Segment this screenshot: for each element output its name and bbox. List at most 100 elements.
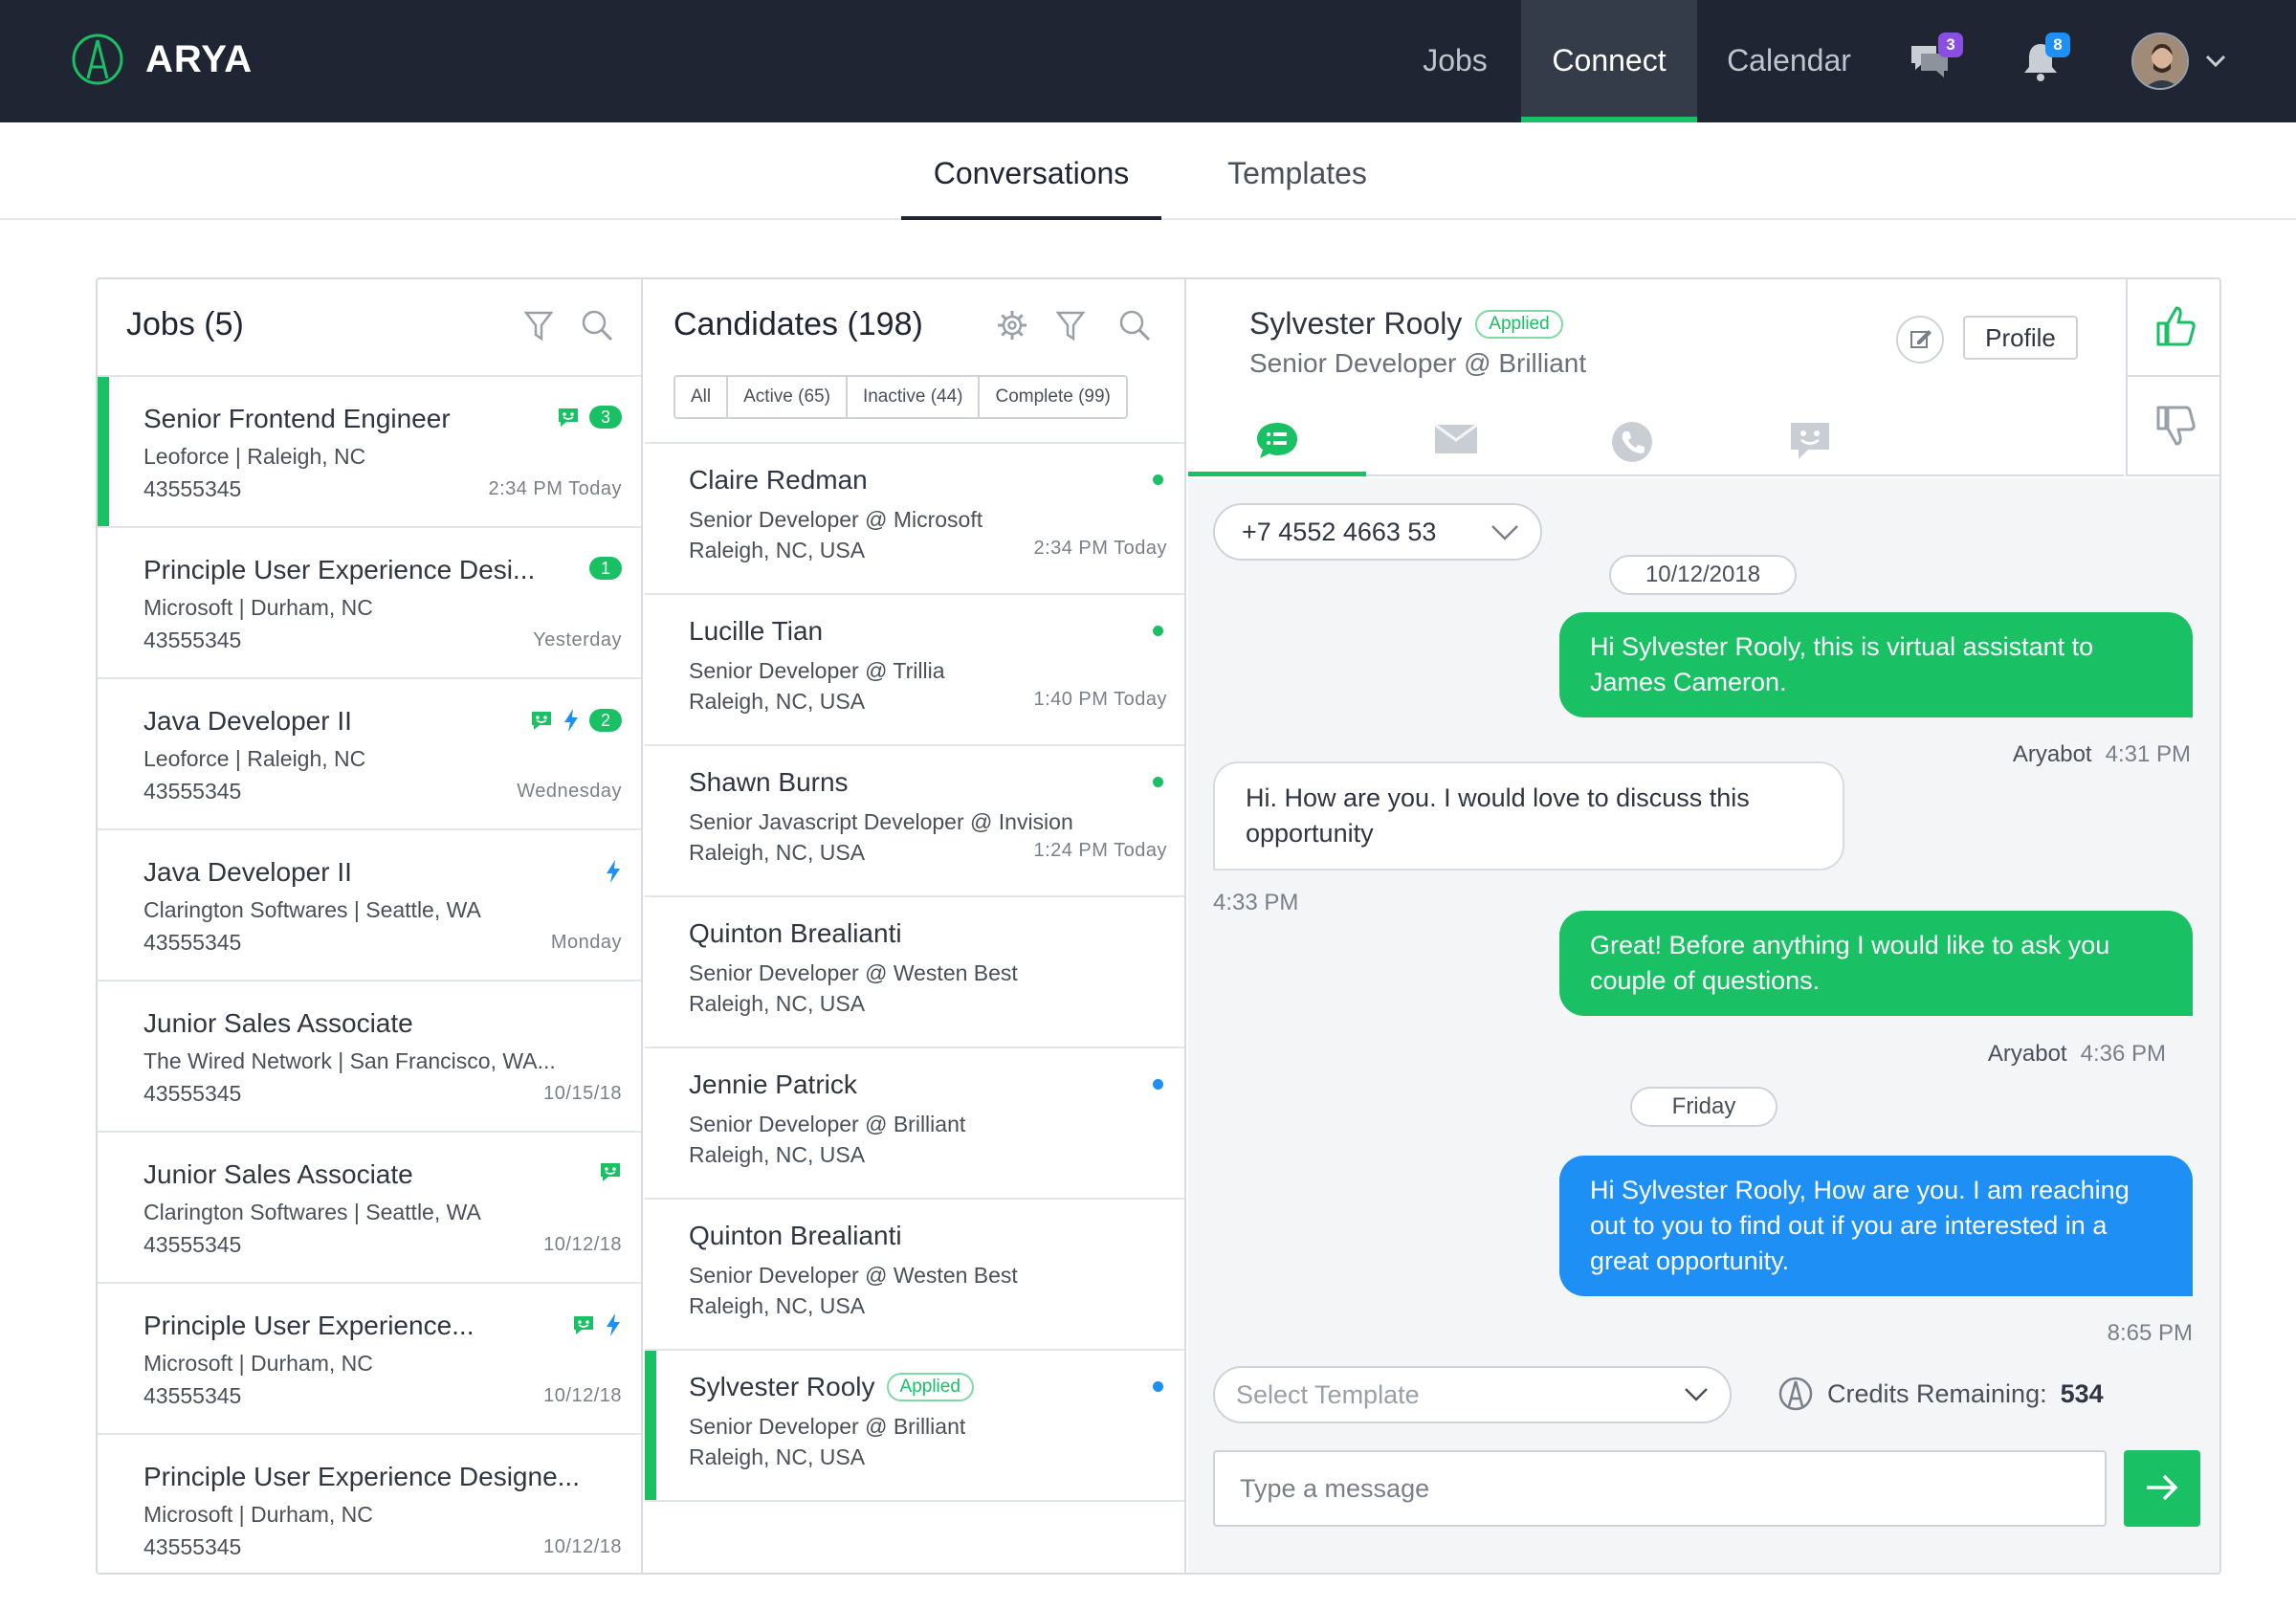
job-title: Principle User Experience Designe... xyxy=(144,1462,580,1491)
chatbot-icon xyxy=(1791,423,1829,459)
list-item[interactable]: Senior Frontend Engineer 3 Leoforce | Ra… xyxy=(98,377,641,528)
lightning-icon xyxy=(607,1313,620,1336)
candidate-role: Senior Developer @ Westen Best xyxy=(689,960,1018,985)
message-meta: Aryabot 4:36 PM xyxy=(1988,1041,2166,1068)
job-id: 43555345 xyxy=(144,1534,242,1559)
unread-count: 2 xyxy=(589,709,622,732)
tab-conversations[interactable]: Conversations xyxy=(901,122,1161,220)
candidate-name: Shawn Burns xyxy=(689,767,849,797)
tab-templates[interactable]: Templates xyxy=(1196,122,1399,220)
candidate-name-row: Jennie Patrick xyxy=(689,1069,857,1100)
tab-chat-channel[interactable] xyxy=(1188,413,1366,476)
filter-complete[interactable]: Complete (99) xyxy=(980,377,1125,417)
jobs-title: Jobs (5) xyxy=(126,306,244,342)
job-id: 43555345 xyxy=(144,1081,242,1106)
message-meta: Aryabot 4:31 PM xyxy=(2013,741,2191,768)
tab-email-channel[interactable] xyxy=(1366,413,1544,476)
template-select[interactable]: Select Template xyxy=(1213,1366,1732,1423)
list-item[interactable]: Sylvester Rooly Applied Senior Developer… xyxy=(645,1351,1184,1502)
nav-calendar[interactable]: Calendar xyxy=(1711,0,1867,122)
candidates-title: Candidates (198) xyxy=(673,306,923,342)
gear-icon[interactable] xyxy=(995,308,1029,342)
list-item[interactable]: Java Developer II 2 Leoforce | Raleigh, … xyxy=(98,679,641,830)
candidate-name-row: Lucille Tian xyxy=(689,616,823,647)
list-item[interactable]: Java Developer II Clarington Softwares |… xyxy=(98,830,641,981)
send-button[interactable] xyxy=(2124,1450,2200,1527)
tab-phone-channel[interactable] xyxy=(1544,413,1722,476)
messages-badge: 3 xyxy=(1938,33,1963,57)
filter-all[interactable]: All xyxy=(675,377,729,417)
candidate-name-row: Quinton Brealianti xyxy=(689,918,902,949)
notifications-button[interactable]: 8 xyxy=(2020,33,2070,87)
candidate-role: Senior Javascript Developer @ Invision xyxy=(689,809,1073,834)
list-item[interactable]: Quinton Brealianti Senior Developer @ We… xyxy=(645,897,1184,1048)
chevron-down-icon[interactable] xyxy=(2204,54,2227,69)
outgoing-message: Great! Before anything I would like to a… xyxy=(1559,911,2193,1016)
message-thread: +7 4552 4663 53 10/12/2018 Hi Sylvester … xyxy=(1188,478,2219,1573)
list-item[interactable]: Lucille Tian Senior Developer @ Trillia … xyxy=(645,595,1184,746)
edit-icon xyxy=(1910,330,1932,348)
candidate-name: Claire Redman xyxy=(689,465,868,495)
list-item[interactable]: Jennie Patrick Senior Developer @ Brilli… xyxy=(645,1048,1184,1200)
thumbs-down-button[interactable] xyxy=(2126,377,2219,476)
job-time: 2:34 PM Today xyxy=(488,478,622,499)
incoming-message: Hi. How are you. I would love to discuss… xyxy=(1213,761,1844,871)
list-item[interactable]: Junior Sales Associate Clarington Softwa… xyxy=(98,1133,641,1284)
list-item[interactable]: Quinton Brealianti Senior Developer @ We… xyxy=(645,1200,1184,1351)
messages-button[interactable]: 3 xyxy=(1908,33,1963,87)
filter-inactive[interactable]: Inactive (44) xyxy=(848,377,981,417)
chat-name-row: Sylvester Rooly Applied xyxy=(1249,306,1563,342)
candidate-name: Sylvester Rooly xyxy=(1249,306,1463,341)
chatbot-icon xyxy=(532,712,551,730)
candidate-name-row: Shawn Burns xyxy=(689,767,849,798)
job-title: Java Developer II xyxy=(144,857,352,887)
candidate-role: Senior Developer @ Westen Best xyxy=(689,1263,1018,1288)
edit-button[interactable] xyxy=(1896,316,1944,364)
date-divider: 10/12/2018 xyxy=(1609,555,1797,595)
unread-count: 1 xyxy=(589,557,622,580)
list-item[interactable]: Principle User Experience... Microsoft |… xyxy=(98,1284,641,1435)
thumbs-down-icon xyxy=(2156,406,2196,446)
profile-button[interactable]: Profile xyxy=(1963,316,2078,360)
list-item[interactable]: Junior Sales Associate The Wired Network… xyxy=(98,981,641,1133)
candidates-list: Claire Redman Senior Developer @ Microso… xyxy=(645,442,1184,1502)
message-input[interactable] xyxy=(1213,1450,2107,1527)
list-item[interactable]: Principle User Experience Desi... 1 Micr… xyxy=(98,528,641,679)
filter-active[interactable]: Active (65) xyxy=(728,377,848,417)
job-indicators: 1 xyxy=(589,557,622,580)
tab-chatbot-channel[interactable] xyxy=(1722,413,1900,476)
filter-icon[interactable] xyxy=(1056,310,1085,342)
candidate-name-row: Quinton Brealianti xyxy=(689,1221,902,1251)
search-icon[interactable] xyxy=(1117,308,1152,342)
job-time: 10/12/18 xyxy=(543,1385,622,1406)
search-icon[interactable] xyxy=(580,308,614,342)
logo[interactable]: ARYA xyxy=(71,33,253,86)
job-company: Microsoft | Durham, NC xyxy=(144,595,373,620)
job-time: 10/15/18 xyxy=(543,1083,622,1104)
avatar[interactable] xyxy=(2131,33,2189,90)
job-id: 43555345 xyxy=(144,1383,242,1408)
credits-label: Credits Remaining: xyxy=(1827,1378,2047,1408)
status-dot xyxy=(1153,1381,1163,1392)
thumbs-up-button[interactable] xyxy=(2126,279,2219,377)
phone-icon xyxy=(1612,422,1652,462)
job-title: Senior Frontend Engineer xyxy=(144,404,451,433)
nav-jobs[interactable]: Jobs xyxy=(1399,0,1512,122)
job-time: 10/12/18 xyxy=(543,1536,622,1557)
job-title: Principle User Experience... xyxy=(144,1311,475,1340)
phone-number-select[interactable]: +7 4552 4663 53 xyxy=(1213,503,1542,561)
online-status-dot xyxy=(1153,626,1163,636)
message-time: 4:33 PM xyxy=(1213,890,1299,915)
list-item[interactable]: Shawn Burns Senior Javascript Developer … xyxy=(645,746,1184,897)
candidate-location: Raleigh, NC, USA xyxy=(689,689,866,714)
template-placeholder: Select Template xyxy=(1236,1380,1420,1409)
candidate-status-filter: All Active (65) Inactive (44) Complete (… xyxy=(673,375,1128,419)
nav-connect[interactable]: Connect xyxy=(1521,0,1697,122)
job-company: Microsoft | Durham, NC xyxy=(144,1502,373,1527)
candidate-role: Senior Developer @ Trillia xyxy=(689,658,945,683)
job-title: Principle User Experience Desi... xyxy=(144,555,536,584)
filter-icon[interactable] xyxy=(524,310,553,342)
list-item[interactable]: Claire Redman Senior Developer @ Microso… xyxy=(645,444,1184,595)
list-item[interactable]: Principle User Experience Designe... Mic… xyxy=(98,1435,641,1573)
job-id: 43555345 xyxy=(144,930,242,955)
